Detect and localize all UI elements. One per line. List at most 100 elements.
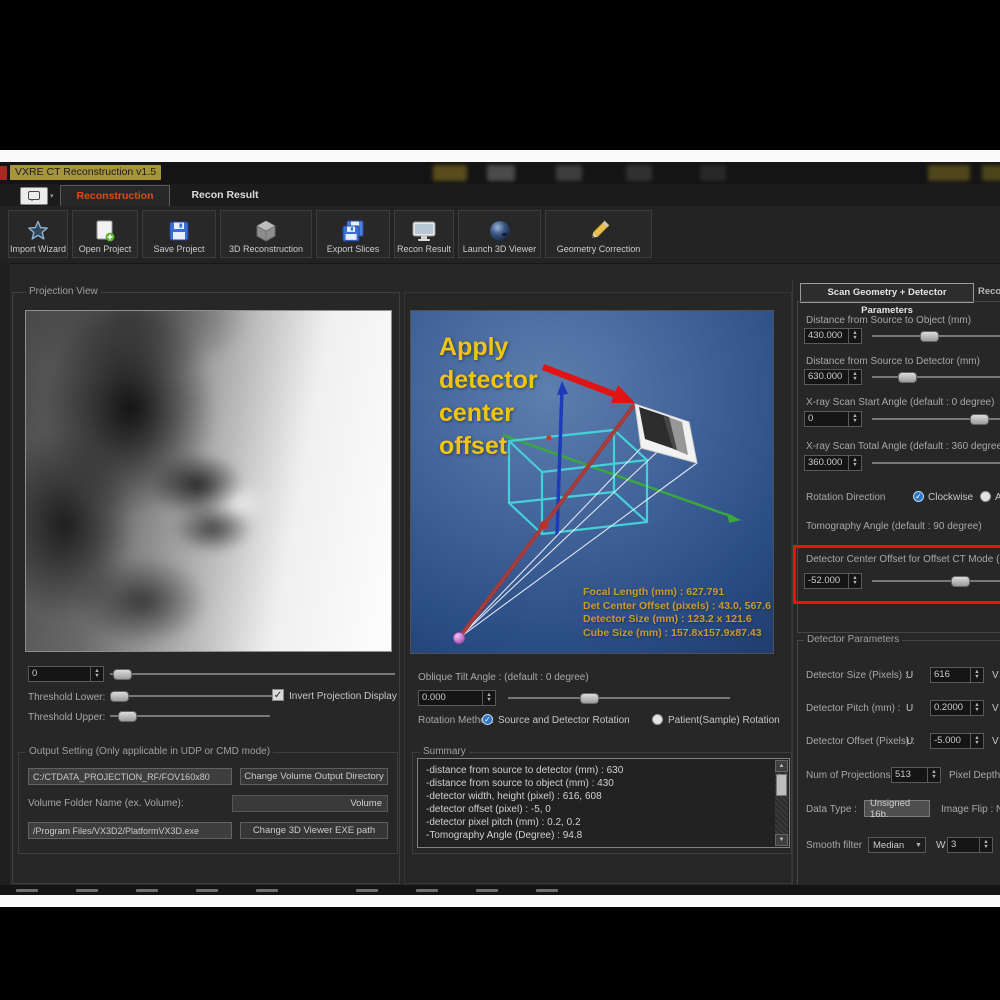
- summary-scrollbar[interactable]: ▲ ▼: [775, 760, 788, 846]
- app-window: VXRE CT Reconstruction v1.5 ▾ Reconstruc…: [0, 162, 1000, 885]
- open-project-button[interactable]: Open Project: [72, 210, 138, 258]
- annotation-button[interactable]: [20, 187, 48, 205]
- slider-knob[interactable]: [970, 414, 989, 425]
- data-type-value[interactable]: Unsigned 16b.: [864, 800, 930, 817]
- source-detector-distance-slider[interactable]: [872, 370, 1000, 384]
- detector-center-offset-slider[interactable]: [872, 574, 1000, 588]
- tab-recon-result[interactable]: Recon Result: [172, 185, 278, 206]
- slider-knob[interactable]: [580, 693, 599, 704]
- launch-3d-viewer-button[interactable]: Launch 3D Viewer: [458, 210, 541, 258]
- chevron-down-icon[interactable]: ▾: [50, 192, 54, 200]
- window-bottom-edge: [0, 885, 1000, 895]
- source-object-distance-slider[interactable]: [872, 329, 1000, 343]
- projection-index-spinner[interactable]: 0 ▲▼: [28, 666, 104, 682]
- num-projections-spinner[interactable]: 513 ▲▼: [891, 767, 941, 783]
- spinner-arrows-icon[interactable]: ▲▼: [848, 574, 861, 588]
- tab-reconstruction[interactable]: Reconstruction: [60, 185, 170, 207]
- num-projections-label: Num of Projections: [806, 770, 890, 781]
- recon-result-button[interactable]: Recon Result: [394, 210, 454, 258]
- toolbar: Import Wizard Open Project Save Project …: [0, 206, 1000, 264]
- summary-line: -detector offset (pixel) : -5, 0: [426, 803, 623, 816]
- spinner-arrows-icon[interactable]: ▲▼: [970, 734, 983, 748]
- volume-output-path[interactable]: C:/CTDATA_PROJECTION_RF/FOV160x80: [28, 768, 232, 785]
- threshold-upper-label: Threshold Upper:: [28, 712, 105, 723]
- v-label: V: [992, 736, 999, 747]
- stat-detector-size: Detector Size (mm) : 123.2 x 121.6: [583, 613, 771, 627]
- slider-knob[interactable]: [898, 372, 917, 383]
- source-detector-distance-spinner[interactable]: 630.000 ▲▼: [804, 369, 862, 385]
- slider-knob[interactable]: [951, 576, 970, 587]
- stat-focal-length: Focal Length (mm) : 627.791: [583, 586, 771, 600]
- scroll-down-icon[interactable]: ▼: [775, 834, 788, 846]
- threshold-lower-label: Threshold Lower:: [28, 692, 105, 703]
- export-slices-button[interactable]: Export Slices: [316, 210, 390, 258]
- sphere-icon: [488, 218, 512, 244]
- slider-knob[interactable]: [920, 331, 939, 342]
- double-floppy-icon: [340, 218, 366, 244]
- detector-size-u-spinner[interactable]: 616 ▲▼: [930, 667, 984, 683]
- spinner-arrows-icon[interactable]: ▲▼: [979, 838, 992, 852]
- summary-line: -detector pixel pitch (mm) : 0.2, 0.2: [426, 816, 623, 829]
- spinner-arrows-icon[interactable]: ▲▼: [848, 412, 861, 426]
- spinner-arrows-icon[interactable]: ▲▼: [848, 370, 861, 384]
- radio-patient-rotation[interactable]: [652, 714, 663, 725]
- w-label: W: [936, 840, 945, 851]
- cube-icon: [254, 218, 278, 244]
- spinner-arrows-icon[interactable]: ▲▼: [848, 456, 861, 470]
- scan-total-angle-slider[interactable]: [872, 456, 1000, 470]
- oblique-tilt-spinner[interactable]: 0.000 ▲▼: [418, 690, 496, 706]
- spinner-arrows-icon[interactable]: ▲▼: [848, 329, 861, 343]
- spinner-arrows-icon[interactable]: ▲▼: [90, 667, 103, 681]
- radio-source-detector-rotation[interactable]: ✓: [482, 714, 493, 725]
- import-wizard-button[interactable]: Import Wizard: [8, 210, 68, 258]
- summary-listbox[interactable]: -distance from source to detector (mm) :…: [417, 758, 790, 848]
- save-project-button[interactable]: Save Project: [142, 210, 216, 258]
- volume-folder-input[interactable]: Volume: [232, 795, 388, 812]
- oblique-tilt-slider[interactable]: [508, 691, 730, 705]
- scrollbar-thumb[interactable]: [776, 774, 787, 796]
- slider-knob[interactable]: [113, 669, 132, 680]
- invert-projection-checkbox[interactable]: ✓: [272, 689, 284, 701]
- data-type-label: Data Type :: [806, 804, 857, 815]
- spinner-arrows-icon[interactable]: ▲▼: [482, 691, 495, 705]
- tab-recon[interactable]: Recon: [978, 283, 1000, 301]
- change-volume-dir-button[interactable]: Change Volume Output Directory: [240, 768, 388, 785]
- viewer-exe-path[interactable]: /Program Files/VX3D2/PlatformVX3D.exe: [28, 822, 232, 839]
- titlebar-ghost-icon: [700, 165, 726, 181]
- pixel-depth-label: Pixel Depth (: [949, 770, 1000, 781]
- smooth-filter-dropdown[interactable]: Median ▼: [868, 837, 926, 853]
- w-spinner[interactable]: 3 ▲▼: [947, 837, 993, 853]
- slider-knob[interactable]: [110, 691, 129, 702]
- change-viewer-exe-button[interactable]: Change 3D Viewer EXE path: [240, 822, 388, 839]
- threshold-upper-slider[interactable]: [110, 709, 270, 723]
- oblique-tilt-label: Oblique Tilt Angle : (default : 0 degree…: [418, 672, 589, 683]
- 3d-scene-view[interactable]: Apply detector center offset Focal Lengt…: [410, 310, 774, 654]
- invert-projection-label: Invert Projection Display: [289, 691, 397, 702]
- xray-projection-image: [25, 310, 392, 652]
- scroll-up-icon[interactable]: ▲: [775, 760, 788, 772]
- spinner-arrows-icon[interactable]: ▲▼: [970, 701, 983, 715]
- 3d-reconstruction-button[interactable]: 3D Reconstruction: [220, 210, 312, 258]
- chevron-down-icon: ▼: [912, 842, 925, 849]
- window-left-edge: [0, 263, 10, 885]
- slider-knob[interactable]: [118, 711, 137, 722]
- radio-anticlockwise[interactable]: [980, 491, 991, 502]
- top-white-strip: [0, 150, 1000, 162]
- scan-start-angle-slider[interactable]: [872, 412, 1000, 426]
- geometry-correction-button[interactable]: Geometry Correction: [545, 210, 652, 258]
- detector-offset-u-spinner[interactable]: -5.000 ▲▼: [930, 733, 984, 749]
- scan-start-angle-spinner[interactable]: 0 ▲▼: [804, 411, 862, 427]
- spinner-arrows-icon[interactable]: ▲▼: [927, 768, 940, 782]
- detector-pitch-u-spinner[interactable]: 0.2000 ▲▼: [930, 700, 984, 716]
- radio-clockwise[interactable]: ✓: [913, 491, 924, 502]
- spinner-arrows-icon[interactable]: ▲▼: [970, 668, 983, 682]
- scan-total-angle-spinner[interactable]: 360.000 ▲▼: [804, 455, 862, 471]
- detector-pitch-label: Detector Pitch (mm) :: [806, 703, 900, 714]
- bottom-white-strip: [0, 895, 1000, 907]
- tab-scan-geometry[interactable]: Scan Geometry + Detector Parameters: [800, 283, 974, 303]
- source-object-distance-spinner[interactable]: 430.000 ▲▼: [804, 328, 862, 344]
- projection-index-slider[interactable]: [110, 667, 395, 681]
- open-page-plus-icon: [93, 218, 117, 244]
- threshold-lower-slider[interactable]: [110, 689, 272, 703]
- detector-center-offset-spinner[interactable]: -52.000 ▲▼: [804, 573, 862, 589]
